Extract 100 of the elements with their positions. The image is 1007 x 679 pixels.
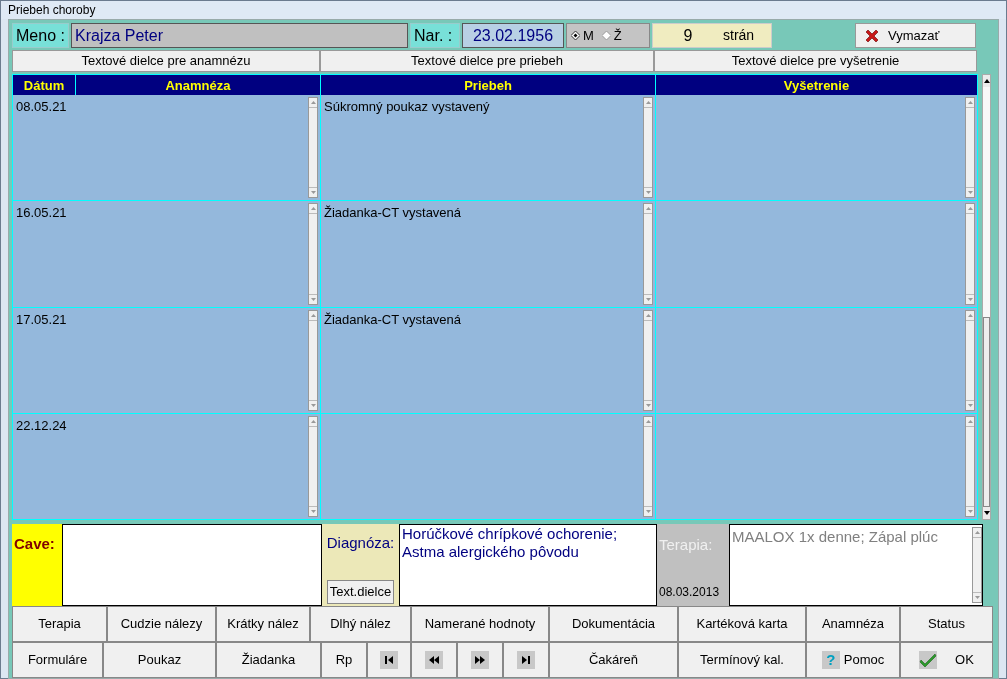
cell-scrollbar[interactable] <box>965 415 975 517</box>
therapy-field[interactable]: MAALOX 1x denne; Zápal plúc <box>729 524 983 606</box>
cell-scrollbar[interactable] <box>308 97 318 199</box>
radio-button[interactable]: M <box>571 25 594 46</box>
birth-date-field[interactable]: 23.02.1956 <box>462 23 564 48</box>
progress-cell[interactable] <box>321 413 655 519</box>
name-field[interactable]: Krajza Peter <box>71 23 408 48</box>
anamnesis-cell[interactable]: 08.05.21 <box>13 95 320 201</box>
progress-text: Žiadanka-CT vystavená <box>324 204 463 223</box>
down-arrow-icon <box>983 511 990 515</box>
toolbar-button[interactable]: Cudzie nálezy <box>107 606 216 642</box>
check-icon <box>919 651 938 669</box>
up-arrow-icon <box>974 531 980 534</box>
cave-field[interactable] <box>62 524 322 606</box>
skip-first-icon <box>380 651 398 669</box>
down-arrow-icon <box>967 510 973 513</box>
text-blocks-button[interactable]: Textové dielce pre priebeh <box>320 50 654 72</box>
examination-cell[interactable] <box>656 307 977 413</box>
cell-scrollbar[interactable] <box>643 309 653 411</box>
diagnosis-field[interactable]: Horúčkové chrípkové ochorenie; Astma alergického pôvodu <box>399 524 657 606</box>
cell-scrollbar[interactable] <box>965 97 975 199</box>
up-arrow-icon <box>645 419 651 423</box>
cell-scrollbar[interactable] <box>308 415 318 517</box>
up-arrow-icon <box>967 207 973 211</box>
date-text: 16.05.21 <box>16 204 68 223</box>
down-arrow-icon <box>310 297 316 301</box>
examination-cell[interactable] <box>656 413 977 519</box>
examination-cell[interactable] <box>656 95 977 201</box>
progress-text: Žiadanka-CT vystavená <box>324 310 463 329</box>
text-blocks-button[interactable]: Textové dielce pre vyšetrenie <box>654 50 977 72</box>
toolbar-button[interactable]: Kartéková karta <box>678 606 806 642</box>
cell-scrollbar[interactable] <box>643 415 653 517</box>
next-button[interactable] <box>457 642 503 678</box>
toolbar-button[interactable]: Namerané hodnoty <box>411 606 549 642</box>
column-header: Anamnéza <box>76 75 320 97</box>
down-arrow-icon <box>645 403 651 407</box>
anamnesis-cell[interactable]: 22.12.24 <box>13 413 320 519</box>
toolbar-button[interactable]: Anamnéza <box>806 606 900 642</box>
cell-scrollbar[interactable] <box>965 309 975 411</box>
toolbar-button[interactable]: Dokumentácia <box>549 606 678 642</box>
down-arrow-icon <box>645 191 651 195</box>
scroll-thumb[interactable] <box>983 317 990 507</box>
up-arrow-icon <box>967 313 973 317</box>
up-arrow-icon <box>645 313 651 317</box>
cell-scrollbar[interactable] <box>308 203 318 305</box>
examination-cell[interactable] <box>656 201 977 307</box>
cave-label: Cave: <box>14 535 55 552</box>
toolbar-button[interactable]: Dlhý nález <box>310 606 411 642</box>
progress-cell[interactable]: Žiadanka-CT vystavená <box>321 307 655 413</box>
down-arrow-icon <box>967 403 973 407</box>
toolbar-button[interactable]: Termínový kal. <box>678 642 806 678</box>
down-arrow-icon <box>974 596 980 599</box>
toolbar-button[interactable]: Rp <box>321 642 367 678</box>
toolbar-button[interactable]: Čakáreň <box>549 642 678 678</box>
toolbar-button[interactable]: Krátky nález <box>216 606 310 642</box>
down-arrow-icon <box>967 191 973 195</box>
last-button[interactable] <box>503 642 549 678</box>
down-arrow-icon <box>310 403 316 407</box>
radio-button[interactable]: Ž <box>601 25 622 46</box>
delete-button[interactable]: Vymazať <box>855 23 976 48</box>
text-blocks-button[interactable]: Text.dielce <box>326 580 395 604</box>
toolbar-button[interactable]: Terapia <box>12 606 107 642</box>
help-button[interactable]: ? Pomoc <box>806 642 900 678</box>
ok-button[interactable]: OK <box>900 642 993 678</box>
progress-cell[interactable]: Žiadanka-CT vystavená <box>321 201 655 307</box>
down-arrow-icon <box>645 510 651 513</box>
date-text: 08.05.21 <box>16 98 68 116</box>
down-arrow-icon <box>310 510 316 513</box>
toolbar-button[interactable]: Poukaz <box>103 642 216 678</box>
cell-scrollbar[interactable] <box>972 527 982 603</box>
anamnesis-cell[interactable]: 16.05.21 <box>13 201 320 307</box>
up-arrow-icon <box>310 101 316 104</box>
fast-forward-icon <box>471 651 489 669</box>
scrollbar[interactable] <box>982 74 991 520</box>
down-arrow-icon <box>310 191 316 195</box>
toolbar-button[interactable]: Status <box>900 606 993 642</box>
up-arrow-icon <box>310 207 316 211</box>
toolbar-button[interactable]: Formuláre <box>12 642 103 678</box>
cell-scrollbar[interactable] <box>965 203 975 305</box>
help-icon: ? <box>821 651 840 669</box>
diagnosis-label: Diagnóza: <box>326 533 395 553</box>
progress-cell[interactable]: Súkromný poukaz vystavený <box>321 95 655 201</box>
up-arrow-icon <box>645 101 651 104</box>
window-title: Priebeh choroby <box>8 2 96 19</box>
up-arrow-icon <box>967 101 973 104</box>
cell-scrollbar[interactable] <box>643 203 653 305</box>
up-arrow-icon <box>967 419 973 423</box>
first-button[interactable] <box>367 642 411 678</box>
cell-scrollbar[interactable] <box>308 309 318 411</box>
up-arrow-icon <box>645 207 651 211</box>
previous-button[interactable] <box>411 642 457 678</box>
column-header: Priebeh <box>321 75 655 97</box>
toolbar-button[interactable]: Žiadanka <box>216 642 321 678</box>
date-text: 17.05.21 <box>16 310 68 329</box>
page-count: 9 <box>682 25 694 46</box>
cell-scrollbar[interactable] <box>643 97 653 199</box>
rewind-icon <box>425 651 443 669</box>
text-blocks-button[interactable]: Textové dielce pre anamnézu <box>12 50 320 72</box>
down-arrow-icon <box>967 297 973 301</box>
anamnesis-cell[interactable]: 17.05.21 <box>13 307 320 413</box>
